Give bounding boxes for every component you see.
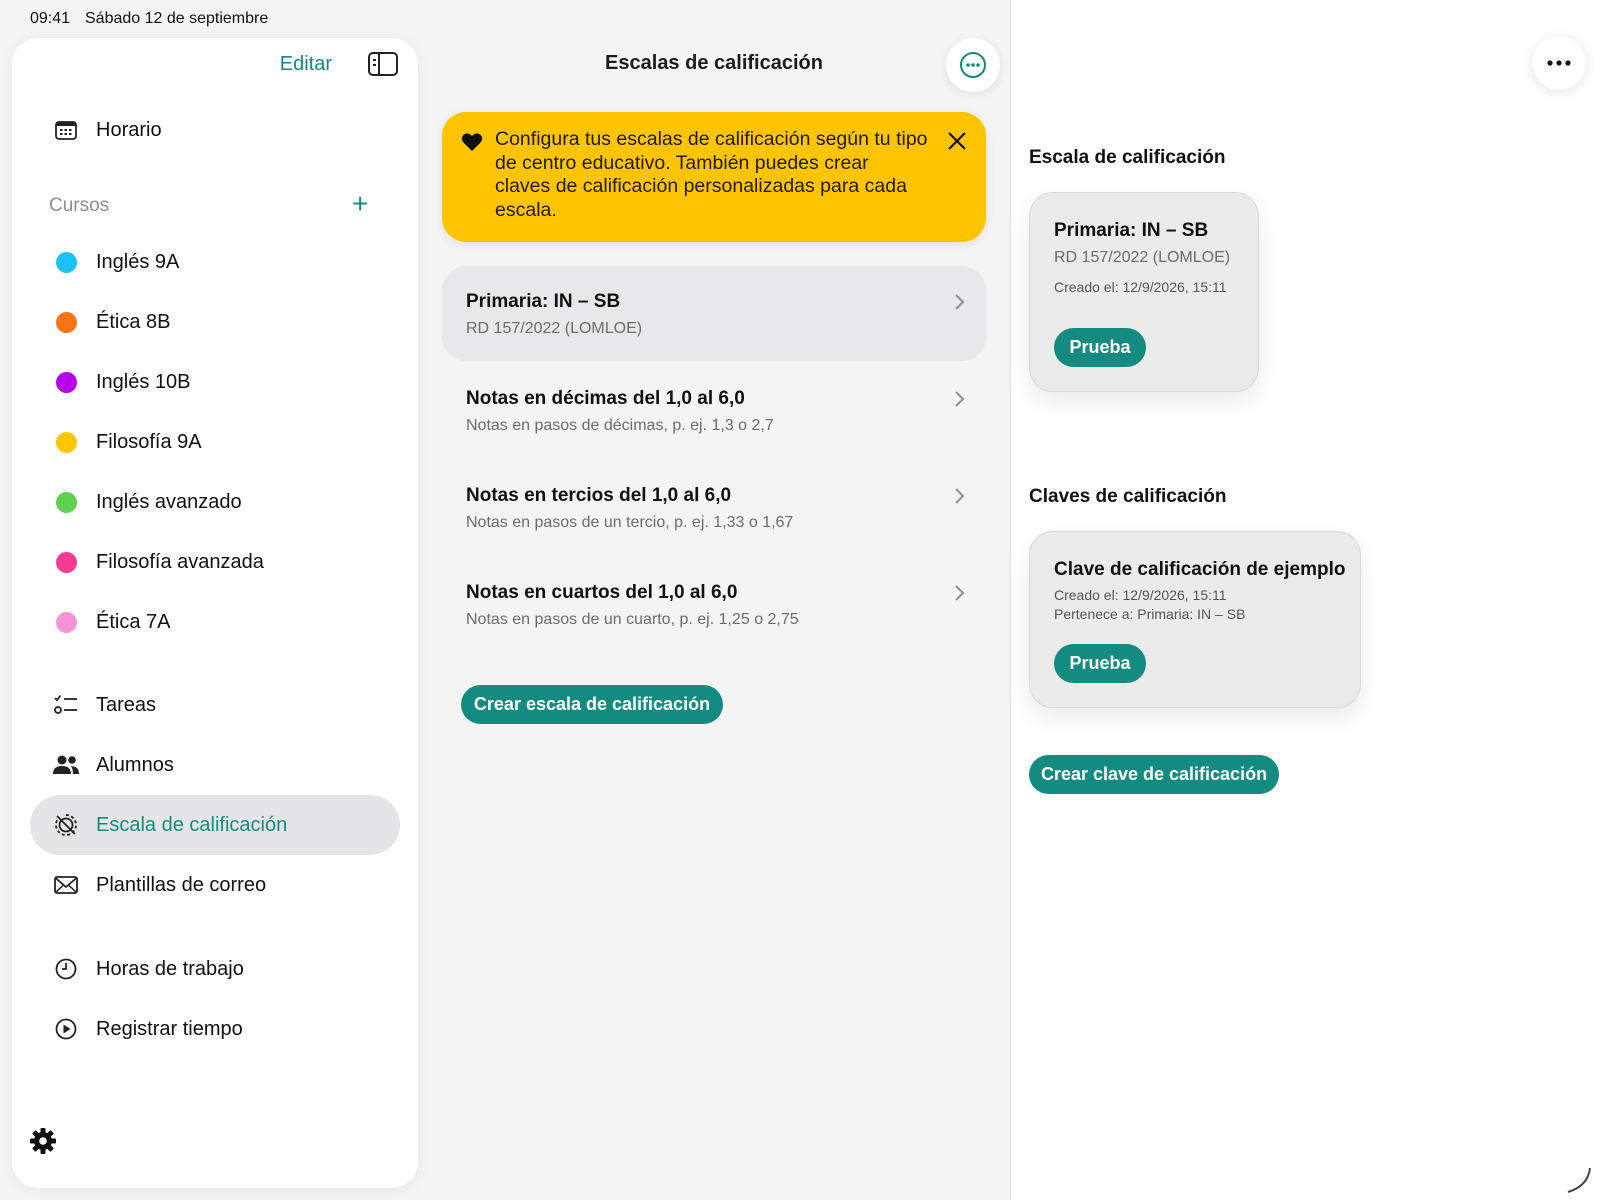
banner-text: Configura tus escalas de calificación se… (495, 128, 928, 221)
sidebar-item-working-hours[interactable]: Horas de trabajo (30, 939, 400, 999)
sidebar-item-label: Tareas (96, 693, 157, 716)
course-label: Filosofía avanzada (96, 550, 264, 573)
gear-icon[interactable] (28, 1126, 58, 1156)
scale-section-heading: Escala de calificación (1029, 147, 1226, 168)
sidebar-item-students[interactable]: Alumnos (30, 735, 400, 795)
scale-title: Notas en cuartos del 1,0 al 6,0 (466, 582, 738, 603)
test-badge-button[interactable]: Prueba (1054, 644, 1146, 683)
sidebar-item-label: Plantillas de correo (96, 873, 267, 896)
clock-icon (52, 958, 80, 980)
sidebar-item-email-templates[interactable]: Plantillas de correo (30, 855, 400, 915)
students-icon (52, 755, 80, 775)
sidebar-item-label: Horas de trabajo (96, 957, 244, 980)
key-card[interactable]: Clave de calificación de ejemplo Creado … (1029, 531, 1361, 708)
course-color-dot (55, 491, 77, 513)
course-item-ingles-avanzado[interactable]: Inglés avanzado (30, 472, 400, 532)
scale-title: Notas en décimas del 1,0 al 6,0 (466, 388, 745, 409)
chevron-right-icon (955, 294, 965, 310)
courses-section-label: Cursos (49, 195, 110, 216)
more-options-button[interactable] (946, 38, 1000, 92)
sidebar-item-track-time[interactable]: Registrar tiempo (30, 999, 400, 1059)
sidebar: Editar Horario Cursos + Inglés 9A Ética … (12, 38, 418, 1188)
course-label: Ética 7A (96, 610, 171, 633)
course-color-dot (55, 611, 77, 633)
sidebar-item-label: Horario (96, 118, 162, 141)
info-banner: Configura tus escalas de calificación se… (442, 112, 986, 242)
course-label: Inglés 9A (96, 250, 180, 273)
scale-row-tercios[interactable]: Notas en tercios del 1,0 al 6,0 Notas en… (442, 460, 986, 555)
course-item-ingles-10b[interactable]: Inglés 10B (30, 352, 400, 412)
calendar-icon (52, 120, 80, 140)
course-color-dot (55, 431, 77, 453)
key-card-title: Clave de calificación de ejemplo (1054, 559, 1346, 580)
status-date: Sábado 12 de septiembre (85, 10, 269, 27)
course-item-filosofia-9a[interactable]: Filosofía 9A (30, 412, 400, 472)
resize-handle-icon (1567, 1167, 1591, 1193)
scale-row-cuartos[interactable]: Notas en cuartos del 1,0 al 6,0 Notas en… (442, 557, 986, 652)
course-color-dot (55, 371, 77, 393)
key-card-belongs: Pertenece a: Primaria: IN – SB (1054, 606, 1246, 622)
sidebar-item-label: Alumnos (96, 753, 174, 776)
scale-subtitle: Notas en pasos de décimas, p. ej. 1,3 o … (466, 417, 774, 434)
status-time: 09:41 (30, 10, 71, 27)
course-item-etica-8b[interactable]: Ética 8B (30, 292, 400, 352)
course-item-etica-7a[interactable]: Ética 7A (30, 592, 400, 652)
more-icon (960, 52, 986, 78)
detail-more-button[interactable] (1532, 36, 1586, 90)
sidebar-item-label: Registrar tiempo (96, 1017, 243, 1040)
course-label: Ética 8B (96, 310, 171, 333)
grading-scale-icon (52, 813, 80, 837)
sidebar-item-schedule[interactable]: Horario (30, 100, 400, 160)
course-color-dot (55, 251, 77, 273)
course-label: Inglés avanzado (96, 490, 242, 513)
scale-title: Primaria: IN – SB (466, 291, 621, 312)
sidebar-toggle-icon[interactable] (368, 52, 398, 76)
mail-icon (52, 876, 80, 894)
scale-subtitle: Notas en pasos de un cuarto, p. ej. 1,25… (466, 611, 799, 628)
create-scale-button[interactable]: Crear escala de calificación (461, 685, 723, 724)
scale-card-title: Primaria: IN – SB (1054, 220, 1209, 241)
chevron-right-icon (955, 488, 965, 504)
sidebar-item-tasks[interactable]: Tareas (30, 675, 400, 735)
chevron-right-icon (955, 585, 965, 601)
tasks-icon (52, 694, 80, 716)
sidebar-item-grading-scale[interactable]: Escala de calificación (30, 795, 400, 855)
course-label: Inglés 10B (96, 370, 191, 393)
heart-icon (461, 133, 483, 151)
scale-subtitle: RD 157/2022 (LOMLOE) (466, 320, 643, 337)
course-item-filosofia-avanzada[interactable]: Filosofía avanzada (30, 532, 400, 592)
grading-scales-list-pane: Escalas de calificación Configura tus es… (418, 38, 1010, 1200)
scale-card-created: Creado el: 12/9/2026, 15:11 (1054, 279, 1227, 295)
close-icon[interactable] (944, 128, 970, 154)
course-color-dot (55, 551, 77, 573)
scale-row-primaria[interactable]: Primaria: IN – SB RD 157/2022 (LOMLOE) (442, 266, 986, 361)
scale-row-decimas[interactable]: Notas en décimas del 1,0 al 6,0 Notas en… (442, 363, 986, 458)
scale-card-subtitle: RD 157/2022 (LOMLOE) (1054, 249, 1231, 266)
edit-button[interactable]: Editar (280, 53, 332, 76)
course-color-dot (55, 311, 77, 333)
scale-title: Notas en tercios del 1,0 al 6,0 (466, 485, 732, 506)
keys-section-heading: Claves de calificación (1029, 486, 1227, 507)
scale-card[interactable]: Primaria: IN – SB RD 157/2022 (LOMLOE) C… (1029, 192, 1259, 392)
course-item-ingles-9a[interactable]: Inglés 9A (30, 232, 400, 292)
create-key-button[interactable]: Crear clave de calificación (1029, 755, 1279, 794)
chevron-right-icon (955, 391, 965, 407)
scale-subtitle: Notas en pasos de un tercio, p. ej. 1,33… (466, 514, 794, 531)
key-card-created: Creado el: 12/9/2026, 15:11 (1054, 587, 1227, 603)
add-course-plus-icon[interactable]: + (352, 189, 368, 219)
sidebar-item-label: Escala de calificación (96, 813, 288, 836)
page-title: Escalas de calificación (605, 52, 823, 74)
detail-pane: Escala de calificación Primaria: IN – SB… (1010, 0, 1600, 1200)
course-label: Filosofía 9A (96, 430, 202, 453)
test-badge-button[interactable]: Prueba (1054, 328, 1146, 367)
sidebar-toolbar: Editar (280, 52, 398, 76)
play-icon (52, 1018, 80, 1040)
more-icon (1547, 60, 1571, 66)
